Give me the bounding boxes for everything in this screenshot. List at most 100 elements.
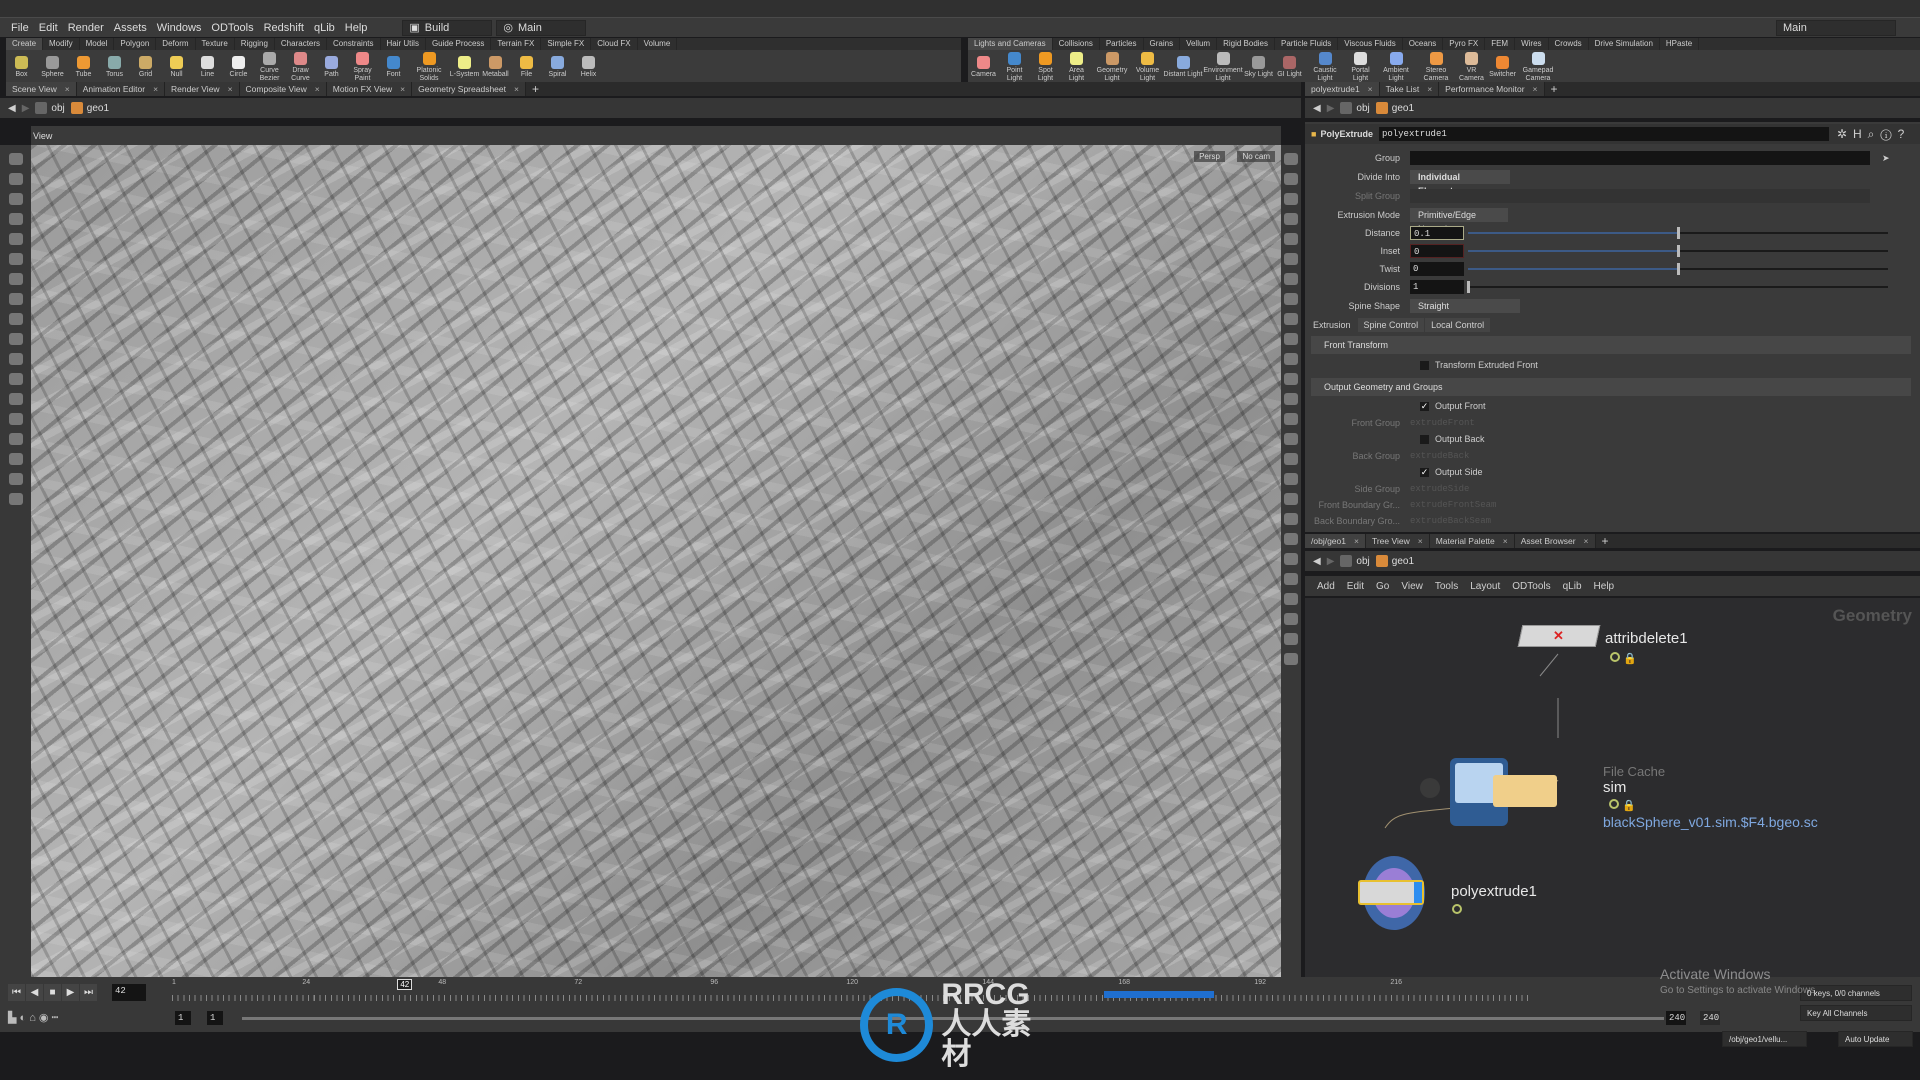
- tool-null[interactable]: Null: [161, 54, 192, 79]
- output-front-checkbox[interactable]: ✓ Output Front: [1305, 398, 1920, 414]
- shelf-tab-characters[interactable]: Characters: [275, 38, 328, 50]
- tab-render-view[interactable]: Render View ×: [165, 82, 240, 96]
- tool-l-system[interactable]: L-System: [449, 54, 480, 79]
- output-side-checkbox[interactable]: ✓ Output Side: [1305, 464, 1920, 480]
- tool-gi-light[interactable]: GI Light: [1274, 54, 1305, 79]
- shelf-tab-modify[interactable]: Modify: [43, 38, 80, 50]
- close-icon[interactable]: ×: [1584, 534, 1589, 548]
- tool-portal-light[interactable]: Portal Light: [1345, 50, 1376, 83]
- tool-area-light[interactable]: Area Light: [1061, 50, 1092, 83]
- shelf-tab-vellum[interactable]: Vellum: [1180, 38, 1218, 50]
- tool-icon[interactable]: [1284, 353, 1298, 365]
- jump-start-button[interactable]: ⏮: [8, 984, 25, 1001]
- tool-icon[interactable]: [1284, 433, 1298, 445]
- tool-icon[interactable]: [8, 213, 23, 225]
- shelf-tab-collisions[interactable]: Collisions: [1053, 38, 1100, 50]
- close-icon[interactable]: ×: [1533, 82, 1538, 96]
- shelf-tab-volume[interactable]: Volume: [638, 38, 678, 50]
- tool-icon[interactable]: [1284, 613, 1298, 625]
- jump-end-button[interactable]: ⏭: [80, 984, 97, 1001]
- extrusion-mode-menu[interactable]: Primitive/Edge Normal: [1410, 208, 1508, 234]
- tool-box[interactable]: Box: [6, 54, 37, 79]
- scene-path-select[interactable]: /obj/geo1/vellu...: [1722, 1031, 1807, 1047]
- close-icon[interactable]: ×: [1427, 82, 1432, 96]
- transform-front-checkbox[interactable]: Transform Extruded Front: [1305, 357, 1920, 373]
- tool-icon[interactable]: [8, 253, 23, 265]
- bypass-flag-icon[interactable]: 🔒: [1609, 799, 1636, 812]
- network-menu-odtools[interactable]: ODTools: [1512, 581, 1550, 592]
- tab-material-palette[interactable]: Material Palette ×: [1429, 534, 1515, 548]
- tool-icon[interactable]: [1284, 313, 1298, 325]
- network-view-select[interactable]: ◎ Main: [496, 19, 587, 36]
- shelf-tab-texture[interactable]: Texture: [196, 38, 235, 50]
- tool-icon[interactable]: [1284, 513, 1298, 525]
- distance-slider[interactable]: [1468, 227, 1888, 239]
- front-transform-section[interactable]: Front Transform: [1311, 336, 1911, 354]
- tool-torus[interactable]: Torus: [99, 54, 130, 79]
- shelf-tab-wires[interactable]: Wires: [1515, 38, 1549, 50]
- tab-geometry-spreadsheet[interactable]: Geometry Spreadsheet ×: [412, 82, 526, 96]
- group-field[interactable]: [1410, 151, 1870, 165]
- tool-gamepad-camera[interactable]: Gamepad Camera: [1518, 50, 1558, 83]
- shelf-tab-create[interactable]: Create: [6, 38, 44, 50]
- tool-icon[interactable]: [8, 353, 23, 365]
- tab-obj-geo1[interactable]: /obj/geo1 ×: [1305, 534, 1366, 548]
- back-arrow-icon[interactable]: ◀: [1313, 103, 1321, 114]
- tool-icon[interactable]: [1284, 293, 1298, 305]
- add-tab-icon[interactable]: +: [1602, 534, 1609, 548]
- tool-icon[interactable]: [1284, 273, 1298, 285]
- close-icon[interactable]: ×: [1354, 534, 1359, 548]
- tool-helix[interactable]: Helix: [573, 54, 604, 79]
- tool-icon[interactable]: [8, 333, 23, 345]
- close-icon[interactable]: ×: [153, 82, 158, 96]
- tool-icon[interactable]: [1284, 413, 1298, 425]
- tool-icon[interactable]: [1284, 653, 1298, 665]
- tool-icon[interactable]: [1284, 253, 1298, 265]
- tool-icon[interactable]: [8, 493, 23, 505]
- tool-caustic-light[interactable]: Caustic Light: [1305, 50, 1345, 83]
- shelf-tab-guide-process[interactable]: Guide Process: [426, 38, 492, 50]
- menu-redshift[interactable]: Redshift: [259, 22, 309, 34]
- tool-tube[interactable]: Tube: [68, 54, 99, 79]
- tool-icon[interactable]: [1284, 373, 1298, 385]
- twist-slider[interactable]: [1468, 263, 1888, 275]
- path-obj[interactable]: obj: [1340, 555, 1370, 567]
- tool-icon[interactable]: [8, 413, 23, 425]
- output-section[interactable]: Output Geometry and Groups: [1311, 378, 1911, 396]
- attribdelete-node[interactable]: ✕: [1517, 625, 1601, 647]
- current-frame-marker[interactable]: 42: [397, 979, 413, 990]
- menu-assets[interactable]: Assets: [109, 22, 152, 34]
- add-tab-icon[interactable]: +: [532, 82, 539, 96]
- tab-tree-view[interactable]: Tree View ×: [1365, 534, 1430, 548]
- close-icon[interactable]: ×: [1368, 82, 1373, 96]
- tool-icon[interactable]: [1284, 173, 1298, 185]
- auto-update-select[interactable]: Auto Update: [1838, 1031, 1913, 1047]
- network-menu-help[interactable]: Help: [1594, 581, 1615, 592]
- timeline-ruler[interactable]: 42 1 24 48 72 96 120 144 168 192 216: [172, 977, 1532, 1007]
- menu-windows[interactable]: Windows: [152, 22, 207, 34]
- display-flag-icon[interactable]: [1452, 904, 1462, 917]
- right-desktop-select[interactable]: Main: [1776, 19, 1896, 36]
- persp-menu[interactable]: Persp: [1194, 151, 1225, 162]
- tool-switcher[interactable]: Switcher: [1487, 54, 1518, 79]
- tool-point-light[interactable]: Point Light: [999, 50, 1030, 83]
- network-editor[interactable]: Geometry ✕ attribdelete1 🔒 File Cache si…: [1305, 598, 1920, 978]
- tool-distant-light[interactable]: Distant Light: [1163, 54, 1203, 79]
- shelf-tab-constraints[interactable]: Constraints: [327, 38, 381, 50]
- distance-field[interactable]: 0.1: [1410, 226, 1464, 240]
- tool-sphere[interactable]: Sphere: [37, 54, 68, 79]
- network-menu-add[interactable]: Add: [1317, 581, 1335, 592]
- tool-file[interactable]: File: [511, 54, 542, 79]
- close-icon[interactable]: ×: [65, 82, 70, 96]
- tab-motion-fx-view[interactable]: Motion FX View ×: [326, 82, 413, 96]
- menu-render[interactable]: Render: [63, 22, 109, 34]
- tool-icon[interactable]: [1284, 573, 1298, 585]
- tool-icon[interactable]: [1284, 553, 1298, 565]
- close-icon[interactable]: ×: [1503, 534, 1508, 548]
- tool-draw-curve[interactable]: Draw Curve: [285, 50, 316, 83]
- tool-icon[interactable]: [1284, 493, 1298, 505]
- menu-edit[interactable]: Edit: [34, 22, 63, 34]
- inset-field[interactable]: 0: [1410, 244, 1464, 258]
- tool-circle[interactable]: Circle: [223, 54, 254, 79]
- tool-icon[interactable]: [1284, 193, 1298, 205]
